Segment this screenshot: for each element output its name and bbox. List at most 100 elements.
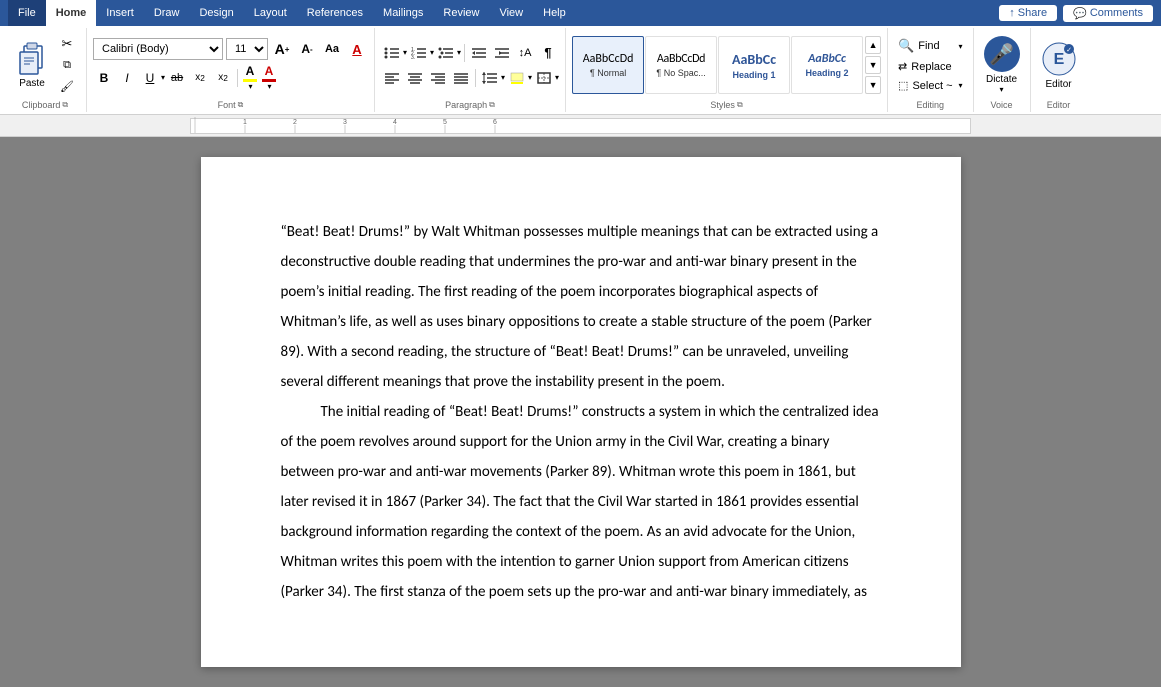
borders-dropdown-icon[interactable]: ▾ bbox=[555, 73, 559, 82]
indent-decrease-button[interactable] bbox=[468, 42, 490, 64]
clipboard-group-label[interactable]: Clipboard ⧉ bbox=[22, 98, 68, 110]
font-group-label[interactable]: Font ⧉ bbox=[218, 98, 244, 110]
font-size-select[interactable]: 11 bbox=[226, 38, 268, 60]
subscript-button[interactable]: x2 bbox=[189, 67, 211, 89]
svg-text:4: 4 bbox=[393, 119, 397, 126]
align-right-button[interactable] bbox=[427, 67, 449, 89]
font-grow-button[interactable]: A+ bbox=[271, 38, 293, 60]
style-normal[interactable]: AaBbCcDd ¶ Normal bbox=[572, 36, 644, 94]
svg-text:6: 6 bbox=[493, 119, 497, 126]
font-controls: Calibri (Body) 11 A+ A- Aa A B I bbox=[93, 38, 368, 92]
underline-button[interactable]: U bbox=[139, 67, 161, 89]
styles-scroll-down[interactable]: ▼ bbox=[865, 56, 881, 74]
style-heading1-label: Heading 1 bbox=[733, 70, 776, 80]
clear-formatting-button[interactable]: A bbox=[346, 38, 368, 60]
editing-controls: 🔍 Find ▾ ⇄ Replace ⬚ Select ~ ▾ bbox=[894, 36, 966, 94]
justify-button[interactable] bbox=[450, 67, 472, 89]
style-normal-preview: AaBbCcDd bbox=[583, 52, 634, 66]
align-center-button[interactable] bbox=[404, 67, 426, 89]
cut-button[interactable]: ✂ bbox=[56, 34, 78, 54]
line-spacing-dropdown-icon[interactable]: ▾ bbox=[501, 73, 505, 82]
ruler-inner: 1 2 3 4 5 6 bbox=[190, 118, 971, 134]
tab-mailings[interactable]: Mailings bbox=[373, 0, 433, 26]
tab-references[interactable]: References bbox=[297, 0, 373, 26]
styles-scroll-up[interactable]: ▲ bbox=[865, 36, 881, 54]
text-highlight-icon: A bbox=[246, 64, 255, 78]
styles-group: AaBbCcDd ¶ Normal AaBbCcDd ¶ No Spac... … bbox=[566, 28, 888, 112]
style-no-spacing[interactable]: AaBbCcDd ¶ No Spac... bbox=[645, 36, 717, 94]
svg-text:3: 3 bbox=[343, 119, 347, 126]
font-color-button[interactable]: A ▾ bbox=[260, 63, 278, 92]
font-color-dropdown-icon[interactable]: ▾ bbox=[268, 82, 272, 91]
copy-icon: ⧉ bbox=[63, 59, 71, 72]
comments-button[interactable]: 💬 Comments bbox=[1063, 5, 1153, 22]
strikethrough-button[interactable]: ab bbox=[166, 67, 188, 89]
highlight-dropdown-icon[interactable]: ▾ bbox=[249, 82, 253, 91]
style-heading1-preview: AaBbCc bbox=[732, 51, 776, 68]
tab-layout[interactable]: Layout bbox=[244, 0, 297, 26]
tab-view[interactable]: View bbox=[489, 0, 533, 26]
find-dropdown-icon[interactable]: ▾ bbox=[959, 42, 963, 51]
numbering-button[interactable]: 1. 2. 3. bbox=[408, 42, 430, 64]
copy-button[interactable]: ⧉ bbox=[56, 55, 78, 75]
font-shrink-button[interactable]: A- bbox=[296, 38, 318, 60]
borders-button[interactable] bbox=[533, 67, 555, 89]
find-button[interactable]: 🔍 Find ▾ bbox=[894, 36, 966, 56]
line-spacing-button[interactable] bbox=[479, 67, 501, 89]
indent-increase-button[interactable] bbox=[491, 42, 513, 64]
editing-group-label: Editing bbox=[917, 98, 945, 110]
numbering-dropdown-icon[interactable]: ▾ bbox=[430, 48, 434, 57]
styles-expand[interactable]: ▼ bbox=[865, 76, 881, 94]
svg-text:3.: 3. bbox=[411, 55, 415, 60]
tab-file[interactable]: File bbox=[8, 0, 46, 26]
bold-button[interactable]: B bbox=[93, 67, 115, 89]
dictate-button[interactable]: 🎤 Dictate ▾ bbox=[980, 32, 1024, 98]
superscript-button[interactable]: x2 bbox=[212, 67, 234, 89]
styles-group-label[interactable]: Styles ⧉ bbox=[710, 98, 742, 110]
select-button[interactable]: ⬚ Select ~ ▾ bbox=[894, 77, 966, 94]
svg-text:5: 5 bbox=[443, 119, 447, 126]
bullets-button[interactable] bbox=[381, 42, 403, 64]
tab-draw[interactable]: Draw bbox=[144, 0, 190, 26]
show-hide-button[interactable]: ¶ bbox=[537, 42, 559, 64]
tab-design[interactable]: Design bbox=[189, 0, 243, 26]
text-highlight-button[interactable]: A ▾ bbox=[241, 63, 259, 92]
font-color-icon: A bbox=[265, 64, 274, 78]
style-no-spacing-preview: AaBbCcDd bbox=[657, 52, 705, 66]
paste-button[interactable]: Paste bbox=[12, 40, 52, 91]
tab-home[interactable]: Home bbox=[46, 0, 97, 26]
font-face-select[interactable]: Calibri (Body) bbox=[93, 38, 223, 60]
style-heading2-preview: AaBbCc bbox=[808, 52, 846, 66]
tab-help[interactable]: Help bbox=[533, 0, 576, 26]
align-left-button[interactable] bbox=[381, 67, 403, 89]
format-painter-button[interactable]: 🖌 bbox=[56, 76, 78, 96]
document-page[interactable]: “Beat! Beat! Drums!” by Walt Whitman pos… bbox=[201, 157, 961, 667]
shading-dropdown-icon[interactable]: ▾ bbox=[528, 73, 532, 82]
ribbon-tabs: File Home Insert Draw Design Layout Refe… bbox=[8, 0, 576, 26]
multilevel-dropdown-icon[interactable]: ▾ bbox=[457, 48, 461, 57]
tab-review[interactable]: Review bbox=[433, 0, 489, 26]
tab-insert[interactable]: Insert bbox=[96, 0, 144, 26]
bullets-dropdown-icon[interactable]: ▾ bbox=[403, 48, 407, 57]
paragraph-group-label[interactable]: Paragraph ⧉ bbox=[445, 98, 495, 110]
shading-button[interactable] bbox=[506, 67, 528, 89]
voice-group-label: Voice bbox=[991, 98, 1013, 110]
italic-button[interactable]: I bbox=[116, 67, 138, 89]
styles-scroll-controls: ▲ ▼ ▼ bbox=[865, 36, 881, 94]
style-no-spacing-label: ¶ No Spac... bbox=[656, 68, 705, 78]
change-case-button[interactable]: Aa bbox=[321, 38, 343, 60]
style-heading1[interactable]: AaBbCc Heading 1 bbox=[718, 36, 790, 94]
sort-button[interactable]: ↕A bbox=[514, 42, 536, 64]
share-button[interactable]: ↑ Share bbox=[999, 5, 1057, 21]
multilevel-list-button[interactable] bbox=[435, 42, 457, 64]
replace-button[interactable]: ⇄ Replace bbox=[894, 58, 966, 75]
underline-dropdown-icon[interactable]: ▾ bbox=[161, 73, 165, 82]
format-painter-icon: 🖌 bbox=[60, 80, 74, 93]
find-icon: 🔍 bbox=[898, 38, 914, 54]
svg-text:✓: ✓ bbox=[1066, 47, 1072, 54]
select-dropdown-icon[interactable]: ▾ bbox=[959, 81, 963, 90]
editor-button[interactable]: E ✓ Editor bbox=[1037, 37, 1081, 94]
style-heading2[interactable]: AaBbCc Heading 2 bbox=[791, 36, 863, 94]
dictate-dropdown-icon[interactable]: ▾ bbox=[1000, 85, 1004, 94]
para-sep1 bbox=[464, 44, 465, 62]
